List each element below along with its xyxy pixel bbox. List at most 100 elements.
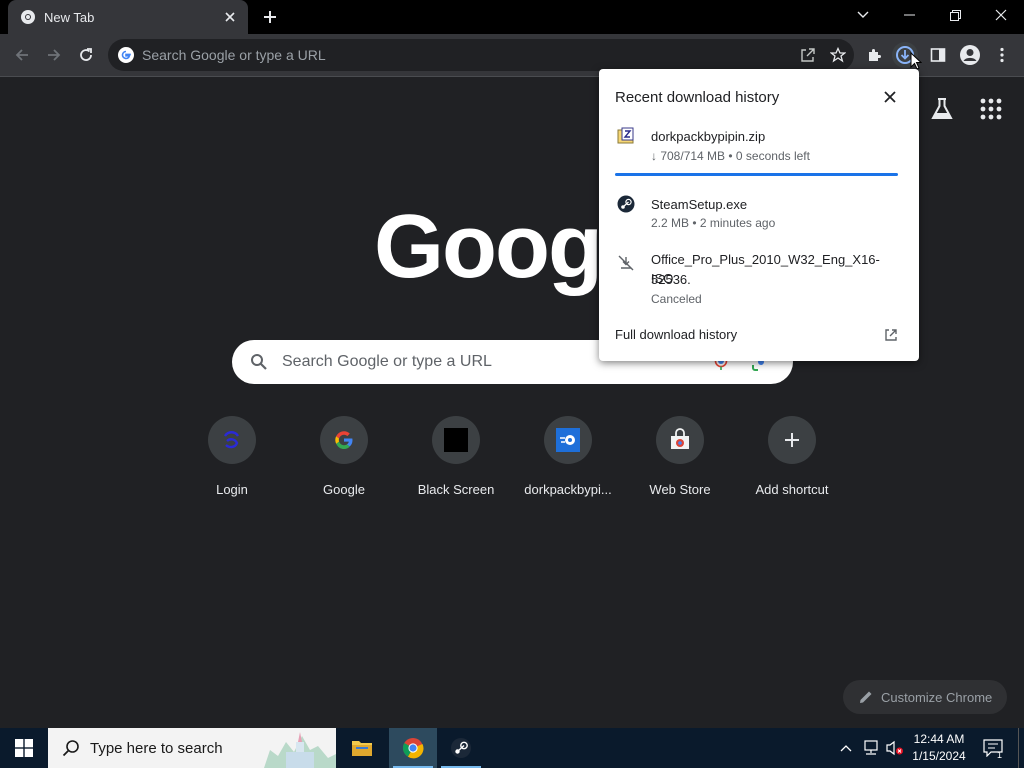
shortcut-web-store[interactable]: Web Store — [624, 416, 736, 506]
download-bubble-close[interactable] — [881, 88, 899, 106]
shortcut-label: Black Screen — [417, 482, 495, 497]
apps-grid-icon[interactable] — [978, 96, 1004, 122]
clock-time: 12:44 AM — [913, 732, 965, 746]
file-explorer-button[interactable] — [338, 728, 386, 768]
search-icon — [62, 740, 79, 757]
shortcut-tile — [432, 416, 480, 464]
shortcut-black-screen[interactable]: Black Screen — [400, 416, 512, 506]
steam-icon — [617, 195, 635, 213]
volume-muted-icon — [886, 740, 903, 756]
minimize-button[interactable] — [886, 0, 932, 30]
restore-button[interactable] — [932, 0, 978, 30]
network-icon — [864, 740, 878, 755]
more-vert-icon — [1000, 47, 1004, 63]
taskbar-search[interactable]: Type here to search — [48, 728, 336, 768]
download-item[interactable]: Office_Pro_Plus_2010_W32_Eng_X16-52536. … — [615, 250, 905, 310]
side-panel-icon — [930, 48, 946, 62]
back-button[interactable] — [8, 41, 36, 69]
shortcut-google[interactable]: Google — [288, 416, 400, 506]
folder-icon — [352, 741, 372, 756]
windows-logo-icon — [15, 739, 33, 757]
shortcut-label: Login — [216, 482, 248, 497]
download-status: ↓ 708/714 MB • 0 seconds left — [651, 149, 810, 163]
download-bubble-title: Recent download history — [615, 89, 780, 106]
web-store-icon — [671, 428, 689, 449]
search-icon — [251, 354, 267, 370]
extensions-button[interactable] — [861, 42, 887, 68]
shortcut-label: Add shortcut — [755, 482, 829, 497]
share-button[interactable] — [794, 41, 822, 69]
download-status: 2.2 MB • 2 minutes ago — [651, 216, 776, 230]
share-icon — [801, 48, 815, 62]
restore-icon — [949, 9, 961, 21]
profile-button[interactable] — [957, 42, 983, 68]
shortcut-dorkpack[interactable]: dorkpackbypi... — [512, 416, 624, 506]
volume-button[interactable] — [884, 728, 906, 768]
tab-search-button[interactable] — [840, 0, 886, 30]
show-desktop-button[interactable] — [1018, 728, 1024, 768]
customize-chrome-label: Customize Chrome — [881, 689, 993, 705]
menu-button[interactable] — [989, 42, 1015, 68]
download-bubble: Recent download history dorkpackbypipin.… — [599, 69, 919, 361]
full-download-history-link[interactable]: Full download history — [615, 327, 737, 342]
zip-file-icon — [617, 127, 634, 144]
google-logo: Googl — [374, 197, 626, 297]
steam-icon — [451, 738, 471, 758]
mouse-cursor-icon — [910, 52, 922, 70]
notifications-button[interactable]: 1 — [978, 728, 1008, 768]
download-filename: SteamSetup.exe — [651, 197, 748, 212]
chrome-icon — [402, 738, 424, 759]
close-window-button[interactable] — [978, 0, 1024, 30]
shortcut-login[interactable]: Login — [176, 416, 288, 506]
reload-button[interactable] — [72, 41, 100, 69]
customize-chrome-button[interactable]: Customize Chrome — [843, 680, 1007, 714]
notification-count: 1 — [997, 750, 1003, 760]
forward-button[interactable] — [40, 41, 68, 69]
open-external-icon[interactable] — [883, 327, 899, 343]
arrow-right-icon — [48, 49, 61, 61]
pencil-icon — [860, 691, 872, 703]
chrome-taskbar-button[interactable] — [389, 728, 437, 768]
download-item[interactable]: SteamSetup.exe 2.2 MB • 2 minutes ago — [615, 195, 905, 235]
download-filename: Office_Pro_Plus_2010_W32_Eng_X16-52536. — [651, 252, 880, 287]
download-off-icon — [618, 255, 634, 271]
steam-taskbar-button[interactable] — [437, 728, 485, 768]
omnibox[interactable]: Search Google or type a URL — [108, 39, 854, 71]
shortcut-tile — [320, 416, 368, 464]
download-item[interactable]: dorkpackbypipin.zip ↓ 708/714 MB • 0 sec… — [615, 127, 905, 167]
chevron-down-icon — [857, 11, 869, 18]
shortcut-tile — [544, 416, 592, 464]
side-panel-button[interactable] — [925, 42, 951, 68]
tab-title: New Tab — [44, 9, 95, 25]
tab-new-tab[interactable]: New Tab — [8, 0, 248, 34]
shortcut-add[interactable]: Add shortcut — [736, 416, 848, 506]
labs-flask-icon[interactable] — [928, 95, 956, 123]
shortcuts-grid: Login Google Black Screen dorkpackbypi..… — [176, 416, 848, 506]
minimize-icon — [903, 14, 915, 16]
dorkpack-site-icon — [556, 428, 580, 452]
start-button[interactable] — [0, 728, 48, 768]
clock-date: 1/15/2024 — [912, 749, 966, 763]
network-button[interactable] — [860, 728, 882, 768]
taskbar-clock[interactable]: 12:44 AM 1/15/2024 — [906, 731, 972, 765]
download-progress-bar — [615, 173, 899, 176]
download-button[interactable] — [892, 42, 922, 70]
shortcut-label: Google — [323, 482, 365, 497]
windows-taskbar: Type here to search 12:44 AM 1/15/2024 1 — [0, 728, 1024, 768]
arrow-left-icon — [15, 49, 28, 61]
shortcut-tile — [208, 416, 256, 464]
tab-close-icon[interactable] — [222, 9, 238, 25]
bookmark-button[interactable] — [824, 41, 852, 69]
reload-icon — [80, 48, 92, 61]
shortcut-label: dorkpackbypi... — [524, 482, 612, 497]
google-g-icon — [335, 431, 353, 449]
close-icon — [995, 9, 1007, 21]
shortcut-label: Web Store — [649, 482, 711, 497]
chrome-icon — [21, 10, 35, 24]
download-filename-continued: ISO — [651, 271, 674, 286]
tray-overflow-button[interactable] — [836, 728, 856, 768]
new-tab-button[interactable] — [258, 5, 282, 29]
omnibox-input[interactable]: Search Google or type a URL — [142, 47, 794, 63]
plus-icon — [785, 433, 799, 447]
puzzle-icon — [869, 49, 881, 61]
